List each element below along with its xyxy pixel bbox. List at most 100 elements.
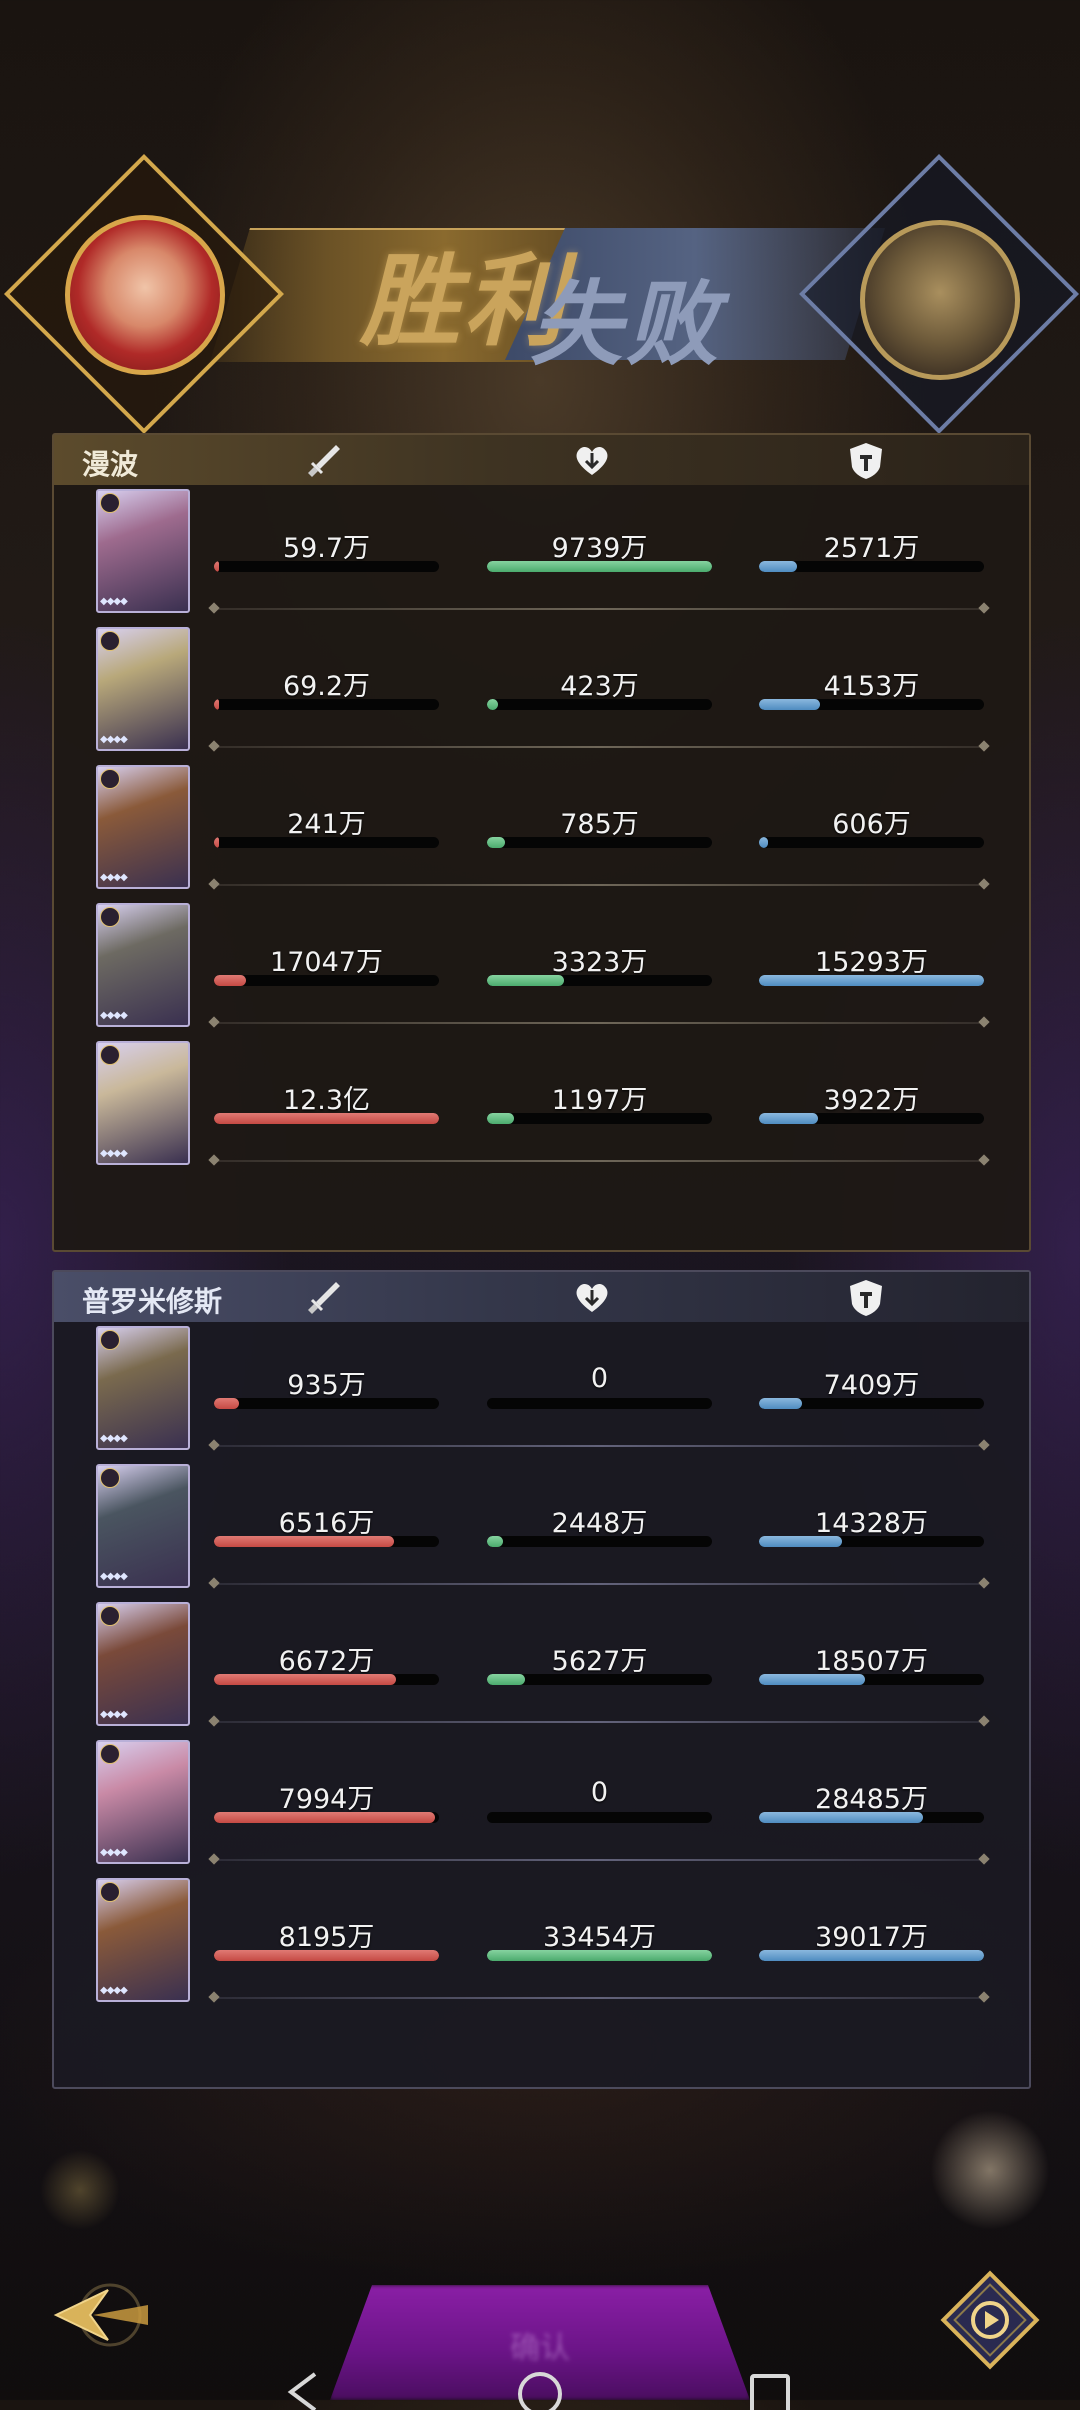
star-rank-icon: ◆◆◆◆ — [100, 872, 128, 883]
stat-bar-fill — [759, 975, 984, 986]
loser-avatar[interactable] — [860, 220, 1020, 380]
row-divider — [214, 1022, 984, 1024]
hero-card[interactable]: ◆◆◆◆ — [96, 765, 190, 889]
star-rank-icon: ◆◆◆◆ — [100, 1847, 128, 1858]
hero-card[interactable]: ◆◆◆◆ — [96, 1041, 190, 1165]
lose-label: 失败 — [530, 270, 723, 378]
system-nav-bar — [0, 2360, 1080, 2410]
stat-value: 241万 — [287, 809, 366, 840]
nav-home-icon[interactable] — [516, 2370, 564, 2410]
stat-bar-fill — [487, 699, 499, 710]
element-badge-icon — [100, 1606, 120, 1626]
hero-card[interactable]: ◆◆◆◆ — [96, 903, 190, 1027]
hero-stat-row: ◆◆◆◆ 241万 785万 606万 — [54, 763, 1029, 901]
stat-bar — [487, 1536, 712, 1547]
star-rank-icon: ◆◆◆◆ — [100, 1433, 128, 1444]
hero-stat-row: ◆◆◆◆ 17047万 3323万 15293万 — [54, 901, 1029, 1039]
stat-bar-fill — [214, 975, 246, 986]
nav-back-icon[interactable] — [285, 2370, 325, 2410]
stat-bar — [214, 975, 439, 986]
nav-recents-icon[interactable] — [748, 2370, 792, 2410]
stat-bar-fill — [759, 837, 768, 848]
element-badge-icon — [100, 1045, 120, 1065]
stat-bar-fill — [214, 1950, 439, 1961]
stat-value: 39017万 — [815, 1922, 928, 1953]
stat-bar-fill — [487, 837, 505, 848]
shield-icon — [844, 1276, 888, 1320]
stat-bar — [214, 1536, 439, 1547]
stat-bar — [759, 1536, 984, 1547]
sword-icon — [302, 439, 346, 483]
stat-bar — [759, 837, 984, 848]
stat-bar — [487, 1812, 712, 1823]
stat-value: 6672万 — [278, 1646, 375, 1677]
hero-card[interactable]: ◆◆◆◆ — [96, 1464, 190, 1588]
heart-icon — [570, 1276, 614, 1320]
element-badge-icon — [100, 1468, 120, 1488]
team-panel-loser: 普罗米修斯 ◆◆◆◆ 935万 0 7409万 ◆◆◆◆ 6516万 2448万 14328万… — [52, 1270, 1031, 2089]
row-divider — [214, 1445, 984, 1447]
team-name: 普罗米修斯 — [82, 1285, 223, 1318]
hero-stat-row: ◆◆◆◆ 7994万 0 28485万 — [54, 1738, 1029, 1876]
stat-value: 2448万 — [551, 1508, 648, 1539]
hero-card[interactable]: ◆◆◆◆ — [96, 1602, 190, 1726]
stat-value: 18507万 — [815, 1646, 928, 1677]
stat-value: 4153万 — [823, 671, 920, 702]
stat-bar-fill — [214, 1398, 239, 1409]
blurred-decoration — [40, 2150, 120, 2230]
stat-bar — [759, 699, 984, 710]
row-divider — [214, 746, 984, 748]
stat-value: 28485万 — [815, 1784, 928, 1815]
hero-stat-row: ◆◆◆◆ 6516万 2448万 14328万 — [54, 1462, 1029, 1600]
stat-value: 606万 — [832, 809, 911, 840]
back-arrow-icon[interactable] — [48, 2270, 158, 2360]
star-rank-icon: ◆◆◆◆ — [100, 1985, 128, 1996]
stat-value: 14328万 — [815, 1508, 928, 1539]
stat-bar-fill — [487, 1950, 712, 1961]
row-divider — [214, 608, 984, 610]
heart-icon — [570, 439, 614, 483]
stat-value: 15293万 — [815, 947, 928, 978]
winner-avatar[interactable] — [65, 215, 225, 375]
hero-card[interactable]: ◆◆◆◆ — [96, 627, 190, 751]
stat-bar-fill — [487, 561, 712, 572]
stat-bar — [487, 561, 712, 572]
stat-value: 2571万 — [823, 533, 920, 564]
hero-card[interactable]: ◆◆◆◆ — [96, 1878, 190, 2002]
stat-bar — [214, 1398, 439, 1409]
hero-card[interactable]: ◆◆◆◆ — [96, 489, 190, 613]
stat-value: 33454万 — [543, 1922, 656, 1953]
stat-bar-fill — [487, 1113, 514, 1124]
stat-bar-fill — [214, 837, 219, 848]
stat-bar-fill — [487, 975, 564, 986]
stat-value: 5627万 — [551, 1646, 648, 1677]
element-badge-icon — [100, 1882, 120, 1902]
hero-stat-row: ◆◆◆◆ 69.2万 423万 4153万 — [54, 625, 1029, 763]
stat-bar-fill — [214, 1113, 439, 1124]
stat-bar — [487, 699, 712, 710]
hero-card[interactable]: ◆◆◆◆ — [96, 1740, 190, 1864]
team-panel-header: 普罗米修斯 — [54, 1272, 1029, 1322]
stat-bar — [214, 1113, 439, 1124]
stat-value: 0 — [590, 1777, 609, 1808]
stat-value: 935万 — [287, 1370, 366, 1401]
stat-bar — [214, 1950, 439, 1961]
element-badge-icon — [100, 631, 120, 651]
stat-value: 59.7万 — [282, 533, 371, 564]
stat-bar — [759, 1950, 984, 1961]
star-rank-icon: ◆◆◆◆ — [100, 734, 128, 745]
hero-card[interactable]: ◆◆◆◆ — [96, 1326, 190, 1450]
star-rank-icon: ◆◆◆◆ — [100, 596, 128, 607]
stat-value: 7409万 — [823, 1370, 920, 1401]
stat-value: 6516万 — [278, 1508, 375, 1539]
row-divider — [214, 1160, 984, 1162]
hero-stat-row: ◆◆◆◆ 935万 0 7409万 — [54, 1324, 1029, 1462]
replay-icon[interactable] — [935, 2265, 1045, 2375]
stat-bar — [214, 1674, 439, 1685]
stat-bar-fill — [214, 1674, 397, 1685]
stat-value: 8195万 — [278, 1922, 375, 1953]
element-badge-icon — [100, 1744, 120, 1764]
stat-bar-fill — [759, 1113, 818, 1124]
star-rank-icon: ◆◆◆◆ — [100, 1010, 128, 1021]
row-divider — [214, 1583, 984, 1585]
